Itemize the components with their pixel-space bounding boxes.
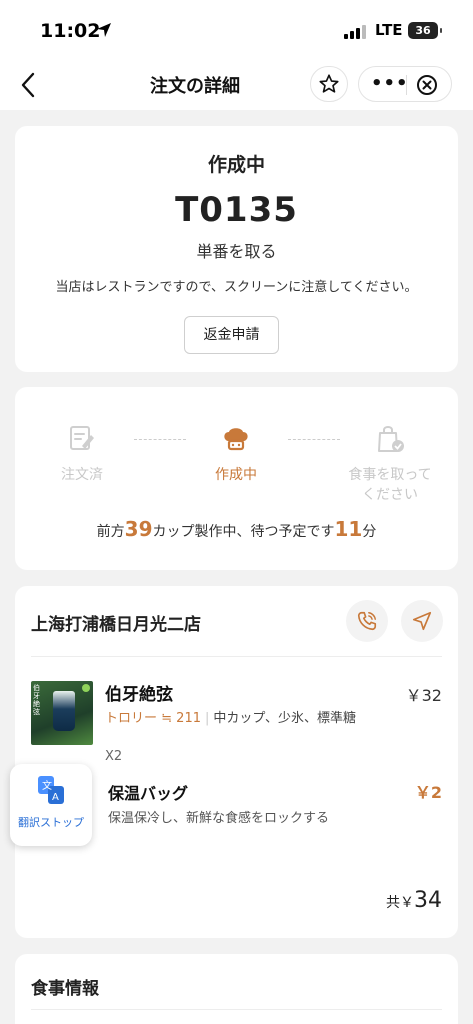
phone-icon bbox=[357, 611, 377, 631]
network-label: LTE bbox=[375, 21, 403, 39]
signal-icon bbox=[344, 25, 366, 39]
order-status-label: 作成中 bbox=[207, 154, 265, 176]
step-label: 注文済 bbox=[61, 467, 103, 483]
item-topping: トロリー ≒ 211 bbox=[105, 711, 201, 726]
close-icon[interactable] bbox=[416, 74, 438, 96]
product-thumbnail: 伯牙絶弦 bbox=[31, 681, 93, 745]
addon-name: 保温バッグ bbox=[108, 784, 189, 803]
order-form-icon bbox=[70, 426, 94, 450]
translate-icon: 文 A bbox=[38, 776, 64, 804]
drink-cup-image bbox=[53, 691, 75, 731]
store-name: 上海打浦橋日月光二店 bbox=[31, 615, 201, 635]
chef-hat-icon bbox=[224, 428, 248, 451]
svg-text:A: A bbox=[52, 792, 59, 803]
translate-float-button[interactable]: 文 A 翻訳ストップ bbox=[10, 764, 92, 846]
queue-minutes: 11 bbox=[334, 517, 363, 541]
order-total: 共￥34 bbox=[386, 888, 442, 913]
pickup-bag-icon bbox=[378, 426, 404, 452]
capsule-divider bbox=[406, 75, 407, 95]
meal-info-title: 食事情報 bbox=[31, 979, 99, 999]
progress-connector bbox=[134, 439, 186, 440]
progress-connector bbox=[288, 439, 340, 440]
status-time: 11:02 bbox=[40, 20, 101, 42]
step-label: 作成中 bbox=[215, 467, 257, 483]
star-icon bbox=[319, 74, 339, 93]
divider bbox=[31, 656, 442, 657]
svg-text:文: 文 bbox=[42, 779, 52, 792]
battery-icon: 36 bbox=[408, 22, 442, 39]
progress-card: 注文済 作成中 食事を取って ください 前方39カップ製作中、待つ予定です11分 bbox=[15, 387, 458, 570]
queue-middle: カップ製作中、待つ予定です bbox=[152, 524, 335, 540]
status-bar: 11:02 LTE 36 bbox=[0, 0, 473, 60]
item-options: トロリー ≒ 211 | 中カップ、少氷、標準糖 bbox=[105, 709, 375, 728]
item-spec: 中カップ、少氷、標準糖 bbox=[213, 711, 356, 726]
meal-info-card: 食事情報 bbox=[15, 954, 458, 1024]
total-prefix: 共￥ bbox=[386, 895, 414, 911]
order-number: T0135 bbox=[175, 190, 298, 230]
addon-description: 保温保冷し、新鮮な食感をロックする bbox=[108, 811, 330, 826]
translate-label: 翻訳ストップ bbox=[18, 816, 84, 829]
navigate-button[interactable] bbox=[401, 600, 443, 642]
favorite-button[interactable] bbox=[310, 66, 348, 102]
step-making: 作成中 bbox=[181, 423, 291, 485]
order-status-card: 作成中 T0135 単番を取る 当店はレストランですので、スクリーンに注意してく… bbox=[15, 126, 458, 372]
call-store-button[interactable] bbox=[346, 600, 388, 642]
item-name: 伯牙絶弦 bbox=[105, 685, 173, 705]
options-separator: | bbox=[204, 711, 210, 726]
step-label: 食事を取って ください bbox=[348, 467, 432, 503]
divider bbox=[31, 1009, 442, 1010]
total-amount: 34 bbox=[414, 888, 442, 913]
more-button[interactable]: ••• bbox=[371, 73, 409, 94]
pickup-label: 単番を取る bbox=[196, 242, 277, 261]
miniapp-capsule: ••• bbox=[358, 66, 452, 102]
step-pickup: 食事を取って ください bbox=[335, 423, 445, 505]
addon-price: ￥2 bbox=[414, 783, 442, 802]
location-arrow-icon bbox=[97, 23, 111, 37]
thumbnail-text: 伯牙絶弦 bbox=[33, 684, 40, 716]
navigation-arrow-icon bbox=[412, 611, 432, 631]
queue-prefix: 前方 bbox=[96, 524, 125, 540]
queue-cups: 39 bbox=[124, 517, 153, 541]
store-notice: 当店はレストランですので、スクリーンに注意してください。 bbox=[55, 280, 418, 295]
thumbnail-badge bbox=[82, 684, 90, 692]
store-order-card: 上海打浦橋日月光二店 伯牙絶弦 伯牙絶弦 ￥32 トロリー ≒ 211 | 中カップ… bbox=[15, 586, 458, 938]
queue-suffix: 分 bbox=[362, 524, 377, 540]
item-price: ￥32 bbox=[405, 686, 442, 705]
nav-bar: 注文の詳細 ••• bbox=[0, 60, 473, 110]
refund-button[interactable]: 返金申請 bbox=[184, 316, 279, 354]
step-ordered: 注文済 bbox=[27, 423, 137, 485]
queue-status: 前方39カップ製作中、待つ予定です11分 bbox=[15, 517, 458, 541]
item-quantity: X2 bbox=[105, 749, 123, 764]
